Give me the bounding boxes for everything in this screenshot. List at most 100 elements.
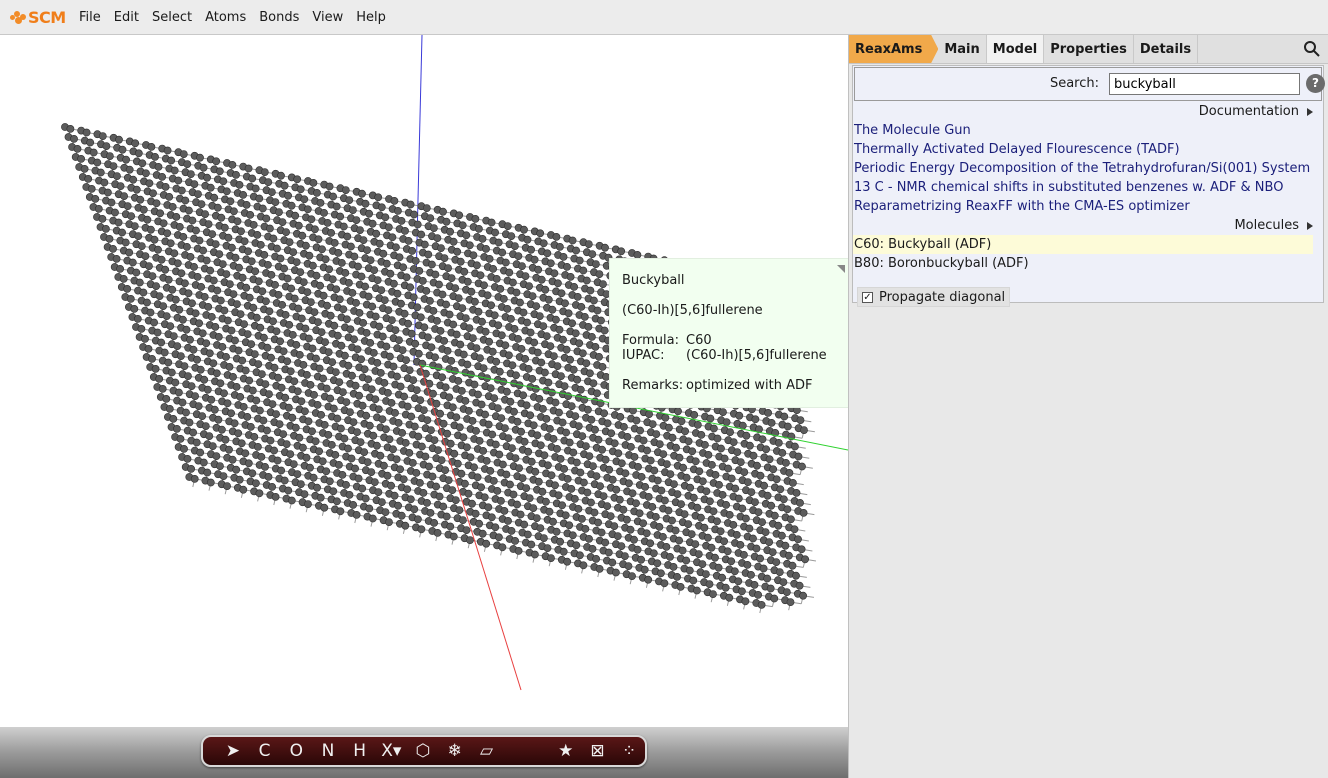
carbon-atom[interactable] (204, 220, 213, 228)
carbon-atom[interactable] (270, 446, 278, 455)
carbon-atom[interactable] (630, 535, 638, 544)
carbon-atom[interactable] (227, 409, 235, 418)
carbon-atom[interactable] (572, 458, 581, 467)
carbon-atom[interactable] (358, 189, 366, 198)
carbon-atom[interactable] (170, 166, 179, 175)
carbon-atom[interactable] (678, 546, 687, 555)
carbon-atom[interactable] (687, 530, 696, 538)
carbon-atom[interactable] (268, 482, 276, 491)
carbon-atom[interactable] (306, 380, 315, 389)
carbon-atom[interactable] (423, 498, 431, 507)
carbon-atom[interactable] (575, 256, 584, 265)
carbon-atom[interactable] (265, 224, 274, 233)
carbon-atom[interactable] (346, 408, 354, 416)
carbon-atom[interactable] (610, 522, 619, 530)
carbon-atom[interactable] (408, 458, 417, 467)
carbon-atom[interactable] (536, 524, 545, 532)
carbon-atom[interactable] (475, 519, 483, 528)
carbon-atom[interactable] (534, 477, 543, 486)
carbon-atom[interactable] (550, 269, 559, 278)
carbon-atom[interactable] (761, 528, 770, 536)
carbon-atom[interactable] (648, 502, 657, 511)
carbon-atom[interactable] (387, 398, 396, 407)
carbon-atom[interactable] (180, 279, 189, 288)
carbon-atom[interactable] (685, 566, 694, 575)
carbon-atom[interactable] (673, 490, 682, 498)
carbon-atom[interactable] (406, 283, 414, 292)
carbon-atom[interactable] (132, 268, 141, 277)
carbon-atom[interactable] (164, 358, 173, 367)
carbon-atom[interactable] (155, 374, 164, 383)
carbon-atom[interactable] (127, 212, 136, 220)
carbon-atom[interactable] (410, 422, 419, 431)
carbon-atom[interactable] (721, 583, 730, 592)
carbon-atom[interactable] (314, 235, 323, 244)
carbon-atom[interactable] (145, 262, 153, 270)
carbon-atom[interactable] (294, 221, 303, 230)
carbon-atom[interactable] (370, 266, 379, 274)
carbon-atom[interactable] (369, 348, 378, 357)
carbon-atom[interactable] (361, 494, 370, 503)
carbon-atom[interactable] (321, 338, 329, 346)
carbon-atom[interactable] (780, 412, 789, 421)
carbon-atom[interactable] (574, 504, 583, 513)
carbon-atom[interactable] (381, 425, 390, 434)
carbon-atom[interactable] (274, 290, 283, 299)
carbon-atom[interactable] (206, 183, 215, 192)
carbon-atom[interactable] (758, 518, 766, 526)
carbon-atom[interactable] (470, 297, 479, 306)
carbon-atom[interactable] (401, 521, 410, 530)
menu-bonds[interactable]: Bonds (259, 10, 299, 25)
carbon-atom[interactable] (518, 474, 527, 482)
carbon-atom[interactable] (133, 314, 142, 323)
carbon-atom[interactable] (220, 389, 228, 398)
carbon-atom[interactable] (711, 553, 719, 562)
carbon-atom[interactable] (730, 567, 739, 576)
carbon-atom[interactable] (280, 181, 289, 190)
carbon-atom[interactable] (532, 302, 541, 310)
carbon-atom[interactable] (689, 493, 698, 502)
carbon-atom[interactable] (461, 396, 470, 405)
carbon-atom[interactable] (720, 537, 728, 546)
carbon-atom[interactable] (213, 203, 222, 212)
carbon-atom[interactable] (203, 468, 212, 477)
carbon-atom[interactable] (185, 418, 194, 427)
carbon-atom[interactable] (567, 402, 576, 410)
carbon-atom[interactable] (189, 345, 198, 354)
carbon-atom[interactable] (507, 232, 516, 240)
carbon-atom[interactable] (592, 260, 600, 268)
carbon-atom[interactable] (338, 470, 347, 479)
carbon-atom[interactable] (543, 249, 552, 258)
carbon-atom[interactable] (458, 516, 467, 524)
carbon-atom[interactable] (680, 510, 689, 518)
carbon-atom[interactable] (542, 414, 551, 423)
carbon-atom[interactable] (347, 454, 356, 463)
carbon-atom[interactable] (582, 359, 591, 368)
carbon-atom[interactable] (136, 195, 145, 204)
carbon-atom[interactable] (432, 482, 440, 491)
carbon-atom[interactable] (578, 514, 586, 523)
carbon-atom[interactable] (389, 445, 397, 454)
carbon-atom[interactable] (505, 268, 514, 277)
carbon-atom[interactable] (166, 322, 175, 330)
carbon-atom[interactable] (608, 558, 617, 567)
carbon-atom[interactable] (520, 225, 528, 234)
carbon-atom[interactable] (130, 304, 139, 313)
carbon-atom[interactable] (697, 430, 706, 439)
carbon-atom[interactable] (325, 477, 334, 486)
carbon-atom[interactable] (441, 466, 450, 474)
carbon-atom[interactable] (196, 448, 205, 457)
carbon-atom[interactable] (148, 354, 156, 363)
hydrogen-tool[interactable]: H (344, 741, 376, 761)
carbon-atom[interactable] (275, 420, 284, 428)
carbon-atom[interactable] (648, 420, 657, 428)
carbon-atom[interactable] (549, 517, 557, 526)
carbon-atom[interactable] (513, 500, 521, 509)
carbon-atom[interactable] (502, 387, 511, 396)
carbon-atom[interactable] (365, 209, 373, 218)
carbon-atom[interactable] (336, 507, 345, 516)
propagate-diagonal-checkbox[interactable]: ✓ (862, 291, 873, 303)
carbon-atom[interactable] (774, 521, 783, 530)
carbon-atom[interactable] (519, 308, 528, 317)
carbon-atom[interactable] (668, 433, 677, 442)
